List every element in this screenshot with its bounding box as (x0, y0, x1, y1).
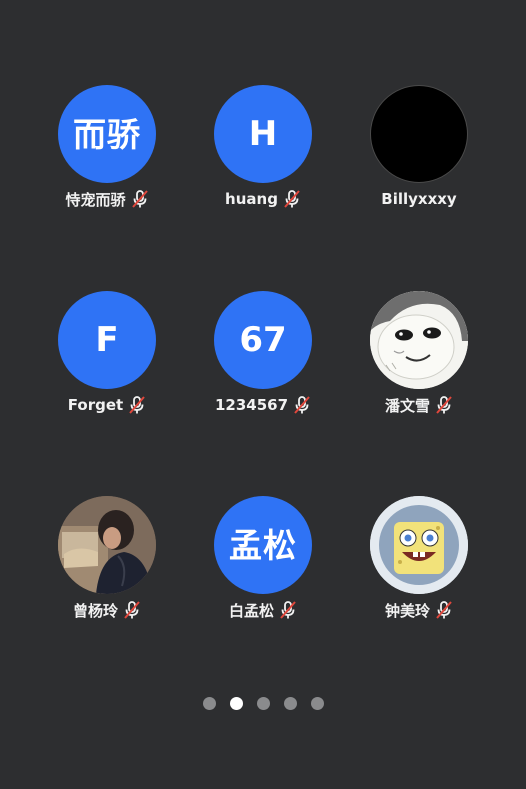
microphone-muted-icon (124, 601, 140, 619)
participant-name: 曾杨玲 (72, 601, 118, 620)
name-row: 曾杨玲 (29, 598, 185, 622)
avatar (370, 496, 468, 594)
avatar-initials: 而骄 (73, 114, 141, 154)
name-row: 钟美玲 (341, 598, 497, 622)
name-row: 恃宠而骄 (29, 187, 185, 211)
participant-grid: 而骄 恃宠而骄 H huang Billyxxxy F Forget 67 12… (0, 0, 526, 660)
avatar (58, 496, 156, 594)
avatar: 孟松 (214, 496, 312, 594)
microphone-muted-icon (280, 601, 296, 619)
avatar: 而骄 (58, 85, 156, 183)
avatar: 67 (214, 291, 312, 389)
photo-avatar-image (58, 496, 156, 594)
participant-tile[interactable]: 67 1234567 (185, 291, 341, 431)
avatar: H (214, 85, 312, 183)
participant-name: huang (225, 190, 278, 208)
name-row: Forget (29, 393, 185, 417)
avatar-initials: 67 (239, 320, 287, 360)
microphone-muted-icon (294, 396, 310, 414)
page-dot[interactable] (310, 696, 324, 710)
participant-tile[interactable]: 钟美玲 (341, 496, 497, 636)
name-row: huang (185, 187, 341, 211)
avatar-initials: H (248, 114, 278, 154)
microphone-muted-icon (436, 601, 452, 619)
page-dot[interactable] (202, 696, 216, 710)
avatar: F (58, 291, 156, 389)
meeting-participants-screen: 而骄 恃宠而骄 H huang Billyxxxy F Forget 67 12… (0, 0, 526, 789)
participant-name: 钟美玲 (384, 601, 430, 620)
name-row: 1234567 (185, 393, 341, 417)
participant-name: 1234567 (214, 396, 289, 414)
page-dot[interactable] (283, 696, 297, 710)
avatar-initials: F (95, 320, 119, 360)
participant-name: 白孟松 (228, 601, 274, 620)
meme-face-avatar-image (370, 291, 468, 389)
microphone-muted-icon (131, 190, 148, 208)
microphone-muted-icon (436, 396, 452, 414)
participant-tile[interactable]: H huang (185, 85, 341, 225)
participant-name: Forget (67, 396, 124, 414)
name-row: Billyxxxy (341, 187, 497, 211)
cartoon-sponge-avatar-image (370, 496, 468, 594)
microphone-muted-icon (129, 396, 145, 414)
avatar (370, 85, 468, 183)
name-row: 白孟松 (185, 598, 341, 622)
page-indicator (0, 694, 526, 712)
avatar-initials: 孟松 (229, 525, 297, 565)
participant-tile[interactable]: 潘文雪 (341, 291, 497, 431)
name-row: 潘文雪 (341, 393, 497, 417)
page-dot-active[interactable] (229, 696, 243, 710)
participant-tile[interactable]: 曾杨玲 (29, 496, 185, 636)
participant-name: 潘文雪 (384, 396, 430, 415)
participant-name: Billyxxxy (381, 190, 457, 208)
participant-tile[interactable]: 而骄 恃宠而骄 (29, 85, 185, 225)
participant-tile[interactable]: F Forget (29, 291, 185, 431)
avatar (370, 291, 468, 389)
page-dot[interactable] (256, 696, 270, 710)
participant-tile[interactable]: 孟松 白孟松 (185, 496, 341, 636)
participant-name: 恃宠而骄 (65, 190, 126, 209)
microphone-muted-icon (284, 190, 300, 208)
participant-tile[interactable]: Billyxxxy (341, 85, 497, 225)
